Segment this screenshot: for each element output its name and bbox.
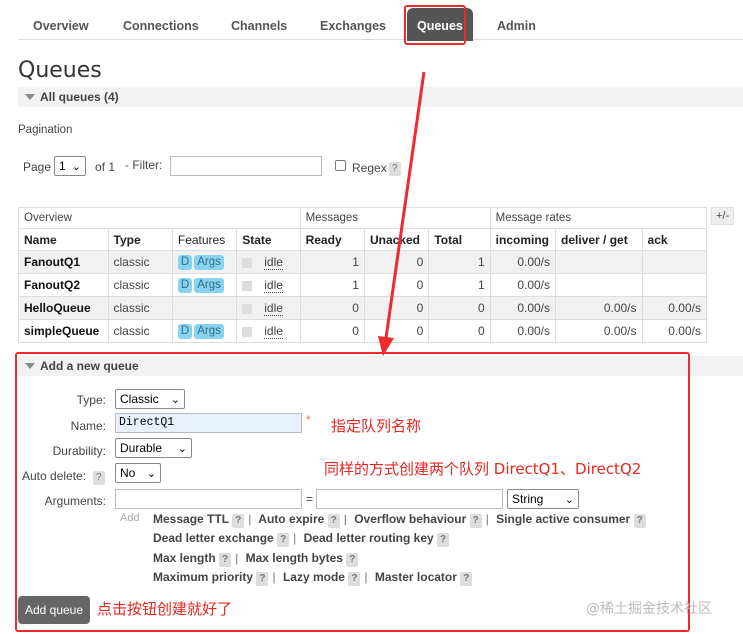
annotation-name-note: 指定队列名称 [331, 417, 422, 435]
annotation-create-note: 同样的方式创建两个队列 DirectQ1、DirectQ2 [324, 460, 642, 478]
annotation-button-note: 点击按钮创建就好了 [97, 600, 233, 618]
watermark: @稀土掘金技术社区 [586, 601, 712, 617]
arrow-head [378, 336, 394, 356]
annotation-arrow [378, 71, 426, 356]
arrow-shaft [384, 71, 426, 339]
